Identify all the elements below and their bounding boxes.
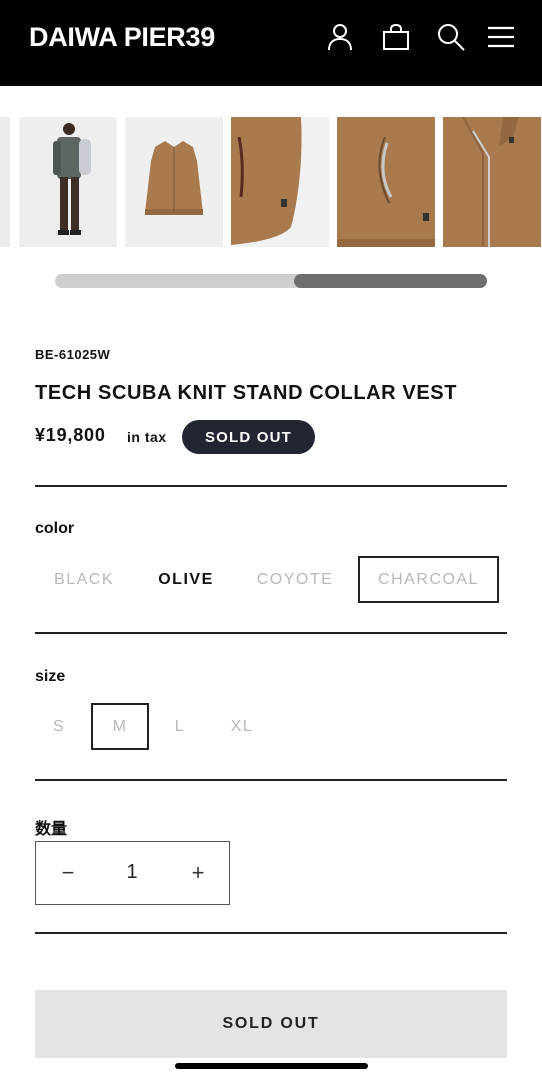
thumbnail-hem-detail[interactable] <box>231 117 329 247</box>
size-option-xl[interactable]: XL <box>218 704 266 750</box>
gallery-scrollbar-thumb[interactable] <box>294 274 487 288</box>
search-icon[interactable] <box>436 22 466 52</box>
gallery-scrollbar[interactable] <box>55 274 487 288</box>
divider <box>35 932 507 934</box>
status-badge: SOLD OUT <box>182 420 315 454</box>
quantity-decrement-button[interactable]: − <box>38 842 98 903</box>
account-icon[interactable] <box>325 22 355 52</box>
home-indicator[interactable] <box>175 1063 368 1069</box>
sold-out-button[interactable]: SOLD OUT <box>35 990 507 1058</box>
color-option-olive[interactable]: OLIVE <box>140 557 232 603</box>
divider <box>35 779 507 781</box>
product-name: TECH SCUBA KNIT STAND COLLAR VEST <box>35 382 458 404</box>
site-header: DAIWA PIER39 <box>0 0 542 86</box>
thumbnail-collar-detail[interactable] <box>443 117 541 247</box>
image-gallery[interactable] <box>0 117 542 247</box>
tax-label: in tax <box>127 429 167 445</box>
size-option-s[interactable]: S <box>39 704 79 750</box>
divider <box>35 485 507 487</box>
quantity-value[interactable]: 1 <box>96 842 168 903</box>
size-label: size <box>35 668 66 685</box>
color-option-coyote[interactable]: COYOTE <box>243 557 347 603</box>
thumbnail-vest-front[interactable] <box>125 117 223 247</box>
quantity-label: 数量 <box>35 819 68 838</box>
color-label: color <box>35 520 75 537</box>
thumbnail-partial[interactable] <box>0 117 10 247</box>
site-logo[interactable]: DAIWA PIER39 <box>29 22 215 53</box>
quantity-stepper: − 1 + <box>35 841 230 905</box>
size-option-l[interactable]: L <box>160 704 200 750</box>
thumbnail-pocket-detail[interactable] <box>337 117 435 247</box>
color-option-black[interactable]: BLACK <box>35 557 133 603</box>
product-sku: BE-61025W <box>35 347 111 362</box>
thumbnail-model[interactable] <box>19 117 117 247</box>
quantity-increment-button[interactable]: + <box>168 842 228 903</box>
cart-icon[interactable] <box>381 22 411 52</box>
size-option-m[interactable]: M <box>91 703 149 750</box>
product-price: ¥19,800 <box>35 425 106 445</box>
color-option-charcoal[interactable]: CHARCOAL <box>358 556 499 603</box>
menu-icon[interactable] <box>486 22 516 52</box>
divider <box>35 632 507 634</box>
